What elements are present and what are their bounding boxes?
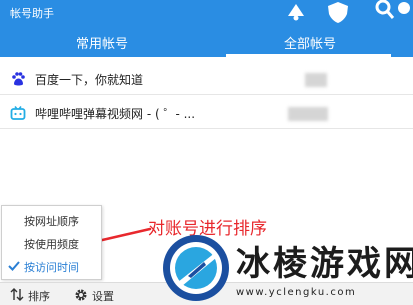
tab-bar: 常用帐号 全部帐号 bbox=[0, 30, 413, 57]
baidu-paw-icon bbox=[12, 72, 25, 86]
shield-icon[interactable] bbox=[325, 0, 351, 24]
settings-button[interactable]: 设置 bbox=[72, 283, 132, 305]
watermark-text: 冰棱游戏网 bbox=[236, 244, 413, 284]
active-tab-indicator bbox=[226, 54, 391, 57]
watermark: 冰棱游戏网 www.yclengku.com bbox=[158, 232, 413, 304]
menu-item-sort-by-frequency[interactable]: 按使用频度 bbox=[2, 232, 101, 254]
watermark-url: www.yclengku.com bbox=[236, 287, 357, 298]
account-site-name: 百度一下，你就知道 bbox=[35, 73, 144, 87]
bell-icon[interactable] bbox=[283, 0, 309, 22]
app-title: 帐号助手 bbox=[10, 7, 54, 20]
masked-account-value bbox=[288, 107, 328, 121]
masked-account-value bbox=[305, 73, 327, 87]
settings-button-label: 设置 bbox=[92, 290, 114, 303]
menu-item-sort-by-visit-time[interactable]: 按访问时间 bbox=[2, 255, 101, 277]
gear-icon bbox=[75, 289, 87, 301]
sort-button-label: 排序 bbox=[28, 290, 50, 303]
search-icon[interactable] bbox=[368, 0, 412, 22]
tab-common-accounts[interactable]: 常用帐号 bbox=[22, 33, 182, 52]
menu-item-label: 按使用频度 bbox=[24, 238, 79, 251]
sort-menu: 按网址顺序 按使用频度 按访问时间 bbox=[1, 205, 102, 280]
menu-item-label: 按访问时间 bbox=[24, 261, 79, 274]
sort-icon bbox=[10, 288, 24, 301]
menu-item-sort-by-url[interactable]: 按网址顺序 bbox=[2, 209, 101, 231]
account-row-baidu[interactable]: 百度一下，你就知道 bbox=[0, 63, 413, 95]
checkmark-icon bbox=[8, 261, 20, 271]
sort-button[interactable]: 排序 bbox=[6, 283, 62, 305]
bilibili-tv-icon bbox=[10, 106, 26, 120]
account-site-name: 哔哩哔哩弹幕视频网 - ( ゜- ... bbox=[35, 107, 196, 121]
title-bar: 帐号助手 常用帐号 全部帐号 bbox=[0, 0, 413, 57]
tab-all-accounts[interactable]: 全部帐号 bbox=[230, 33, 390, 52]
menu-item-label: 按网址顺序 bbox=[24, 215, 79, 228]
watermark-logo-icon bbox=[163, 235, 229, 301]
account-row-bilibili[interactable]: 哔哩哔哩弹幕视频网 - ( ゜- ... bbox=[0, 97, 413, 129]
